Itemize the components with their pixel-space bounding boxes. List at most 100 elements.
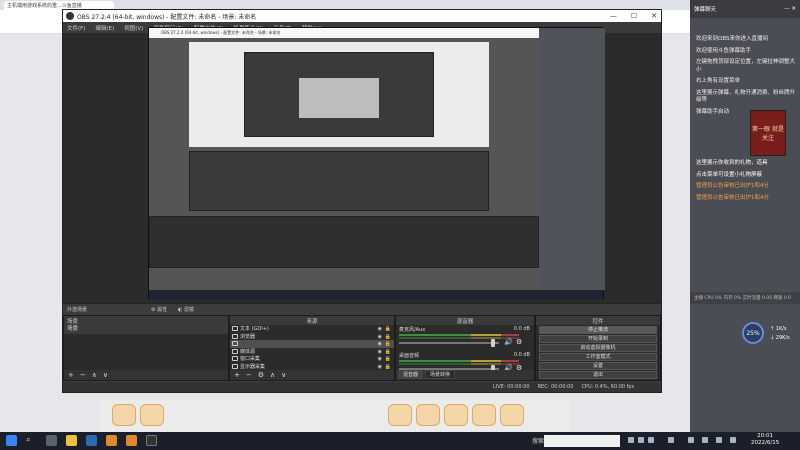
- chat-message: 点击菜单可设置小礼物屏蔽: [696, 171, 763, 178]
- gift-item[interactable]: [140, 404, 164, 426]
- speaker-icon[interactable]: 🔊: [504, 338, 513, 346]
- taskbar-clock[interactable]: 20:01 2022/6/15: [751, 433, 779, 447]
- move-up-icon[interactable]: ∧: [92, 371, 97, 379]
- volume-meter: [399, 334, 519, 336]
- tray-icon[interactable]: [638, 437, 644, 443]
- source-settings-icon[interactable]: ⚙: [258, 371, 264, 379]
- tray-icon[interactable]: [648, 437, 654, 443]
- lock-icon[interactable]: 🔒: [385, 364, 391, 370]
- lock-icon[interactable]: 🔒: [385, 341, 391, 347]
- visibility-eye-icon[interactable]: ◉: [378, 364, 382, 370]
- close-icon[interactable]: ✕: [651, 10, 657, 22]
- taskbar-search-box[interactable]: [544, 435, 620, 447]
- scene-list-item[interactable]: 场景: [64, 325, 228, 334]
- lock-icon[interactable]: 🔒: [385, 356, 391, 362]
- perf-meter[interactable]: 25%: [742, 322, 764, 344]
- source-item[interactable]: 媒体源 ◉ 🔒: [230, 348, 394, 356]
- gift-item[interactable]: [472, 404, 496, 426]
- maximize-icon[interactable]: ☐: [631, 10, 637, 22]
- exit-button[interactable]: 退出: [539, 371, 657, 379]
- move-up-icon[interactable]: ∧: [270, 371, 275, 379]
- app-icon[interactable]: [126, 435, 137, 446]
- start-virtual-camera-button[interactable]: 启动虚拟摄像机: [539, 344, 657, 352]
- filters-button[interactable]: ◐ 滤镜: [178, 306, 194, 313]
- sources-dock-title: 来源: [230, 316, 394, 325]
- add-scene-icon[interactable]: +: [68, 371, 74, 379]
- chat-message: 这里展示弹幕、礼物开通消费、粉丝牌升级等: [696, 89, 796, 104]
- gear-icon[interactable]: ⚙: [516, 338, 522, 346]
- tab-scene-transitions[interactable]: 场景转换: [425, 370, 456, 379]
- settings-button[interactable]: 设置: [539, 362, 657, 370]
- source-item[interactable]: 显示器采集 ◉ 🔒: [230, 363, 394, 371]
- chat-ad-thumbnail[interactable]: 第一眼 就是关注: [750, 110, 786, 156]
- volume-slider-handle[interactable]: [491, 339, 495, 347]
- volume-meter: [399, 363, 519, 365]
- clock-time: 20:01: [757, 433, 774, 439]
- gift-item[interactable]: [500, 404, 524, 426]
- source-item-selected[interactable]: ◉ 🔒: [230, 340, 394, 348]
- chat-title: 弹幕聊天: [694, 7, 717, 13]
- tray-icon[interactable]: [688, 437, 694, 443]
- tab-mixer[interactable]: 混音器: [398, 370, 424, 379]
- chat-message: 左键拖拽顶部设定位置，左键拉伸调整大小: [696, 59, 796, 73]
- start-recording-button[interactable]: 开始录制: [539, 335, 657, 343]
- source-item[interactable]: 文本 (GDI+) ◉ 🔒: [230, 325, 394, 333]
- file-explorer-icon[interactable]: [66, 435, 77, 446]
- volume-meter: [399, 337, 519, 339]
- move-down-icon[interactable]: ∨: [103, 371, 108, 379]
- mixer-dock-title: 混音器: [396, 316, 534, 325]
- visibility-eye-icon[interactable]: ◉: [378, 356, 382, 362]
- visibility-eye-icon[interactable]: ◉: [378, 334, 382, 340]
- properties-button[interactable]: ⚙ 属性: [151, 306, 167, 313]
- gift-item[interactable]: [444, 404, 468, 426]
- visibility-eye-icon[interactable]: ◉: [378, 341, 382, 347]
- move-down-icon[interactable]: ∨: [281, 371, 286, 379]
- app-icon[interactable]: [106, 435, 117, 446]
- source-item[interactable]: 窗口采集 ◉ 🔒: [230, 355, 394, 363]
- preview-taskbar: [149, 290, 603, 300]
- chat-window-controls[interactable]: — ✕: [784, 6, 796, 12]
- obs-taskbar-icon[interactable]: [146, 435, 157, 446]
- remove-scene-icon[interactable]: −: [80, 371, 86, 379]
- gift-item[interactable]: [112, 404, 136, 426]
- rec-timer: REC: 00:00:00: [537, 384, 574, 390]
- text-source-icon: [232, 326, 238, 331]
- source-label: 窗口采集: [240, 356, 261, 363]
- scene-bar: 外选场景 ⚙ 属性 ◐ 滤镜: [63, 303, 661, 315]
- menu-edit[interactable]: 编辑(E): [95, 24, 114, 32]
- mixer-dock: 混音器 麦克风/Aux 0.0 dB 🔊 ⚙ 桌面音频 0.0 dB 🔊 ⚙ 混…: [395, 315, 535, 381]
- preview-capture[interactable]: OBS 27.2.4 (64-bit, windows) - 配置文件: 未命名…: [148, 27, 605, 300]
- chat-message: 欢迎来到OBS来你进入直播间: [696, 36, 768, 42]
- stop-streaming-button[interactable]: 停止推流: [539, 326, 657, 334]
- controls-dock-title: 控件: [536, 316, 660, 325]
- chat-message: 管理员公告审核已出炉1和4分: [696, 194, 769, 201]
- lock-icon[interactable]: 🔒: [385, 334, 391, 340]
- search-icon[interactable]: ⌕: [26, 435, 37, 446]
- source-item[interactable]: 浏览器 ◉ 🔒: [230, 333, 394, 341]
- windows-start-icon[interactable]: [6, 435, 17, 446]
- minimize-icon[interactable]: —: [610, 10, 617, 22]
- gift-item[interactable]: [388, 404, 412, 426]
- network-icon[interactable]: [702, 437, 708, 443]
- browser-tab-title: 主机端用游戏系统的重...斗鱼直播: [7, 3, 82, 9]
- nested-docks-large: [149, 216, 539, 268]
- steam-icon[interactable]: [86, 435, 97, 446]
- remove-source-icon[interactable]: −: [246, 371, 252, 379]
- menu-file[interactable]: 文件(F): [67, 24, 85, 32]
- tray-icon[interactable]: [668, 437, 674, 443]
- menu-view[interactable]: 视图(V): [124, 24, 143, 32]
- visibility-eye-icon[interactable]: ◉: [378, 326, 382, 332]
- lock-icon[interactable]: 🔒: [385, 326, 391, 332]
- obs-status-bar: LIVE: 00:00:00 REC: 00:00:00 CPU: 0.4%, …: [63, 382, 661, 392]
- tray-icon[interactable]: [628, 437, 634, 443]
- task-view-icon[interactable]: [46, 435, 57, 446]
- studio-mode-button[interactable]: 工作室模式: [539, 353, 657, 361]
- gift-item[interactable]: [416, 404, 440, 426]
- volume-slider[interactable]: [399, 342, 499, 344]
- window-capture-icon: [232, 356, 238, 361]
- volume-icon[interactable]: [716, 437, 722, 443]
- visibility-eye-icon[interactable]: ◉: [378, 349, 382, 355]
- add-source-icon[interactable]: +: [234, 371, 240, 379]
- lock-icon[interactable]: 🔒: [385, 349, 391, 355]
- ime-icon[interactable]: [730, 437, 736, 443]
